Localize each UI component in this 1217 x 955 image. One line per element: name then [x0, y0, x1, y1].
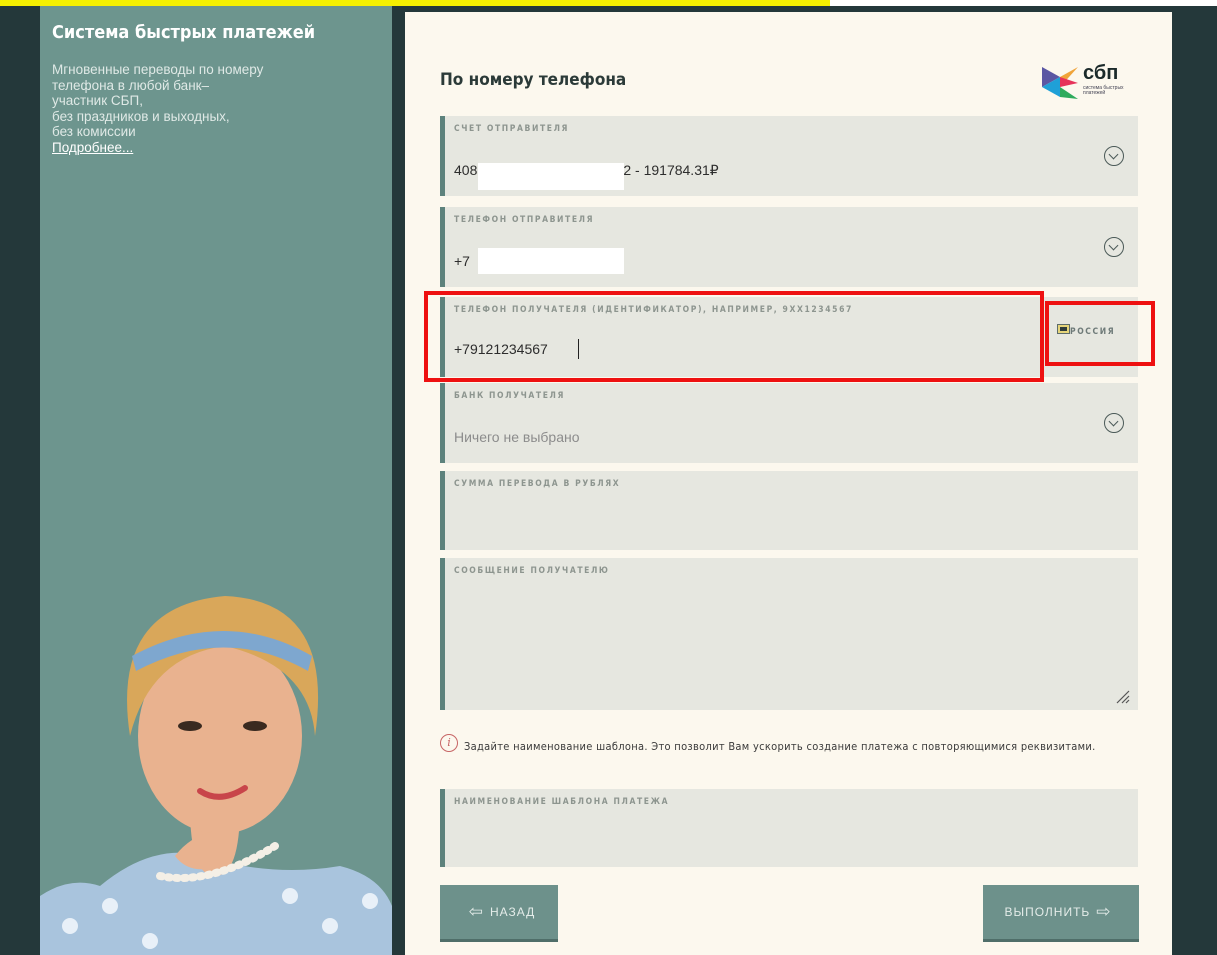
- amount-input[interactable]: СУММА ПЕРЕВОДА В РУБЛЯХ: [440, 471, 1138, 550]
- highlight-box-phone: [424, 291, 1044, 382]
- message-label: СООБЩЕНИЕ ПОЛУЧАТЕЛЮ: [454, 566, 610, 576]
- amount-label: СУММА ПЕРЕВОДА В РУБЛЯХ: [454, 479, 621, 489]
- sender-account-label: СЧЕТ ОТПРАВИТЕЛЯ: [454, 124, 570, 134]
- sender-phone-label: ТЕЛЕФОН ОТПРАВИТЕЛЯ: [454, 215, 595, 225]
- promo-illustration: [40, 596, 392, 955]
- sender-account-value-prefix: 408: [454, 162, 478, 178]
- sidebar-description-line: без праздников и выходных,: [52, 108, 230, 124]
- sender-phone-select[interactable]: ТЕЛЕФОН ОТПРАВИТЕЛЯ +7: [440, 207, 1138, 287]
- back-button[interactable]: ⇦ НАЗАД: [440, 885, 558, 942]
- highlight-box-country: [1045, 301, 1155, 366]
- chevron-down-icon[interactable]: [1104, 237, 1124, 257]
- form-title: По номеру телефона: [440, 70, 627, 90]
- sidebar-description-line: без комиссии: [52, 124, 136, 139]
- chevron-down-icon[interactable]: [1104, 413, 1124, 433]
- resize-handle-icon[interactable]: [1114, 688, 1130, 704]
- template-hint-text: Задайте наименование шаблона. Это позвол…: [464, 740, 1096, 753]
- more-info-link[interactable]: Подробнее...: [52, 140, 133, 156]
- info-icon: i: [440, 734, 458, 752]
- template-name-label: НАИМЕНОВАНИЕ ШАБЛОНА ПЛАТЕЖА: [454, 797, 670, 807]
- back-button-label: НАЗАД: [489, 905, 536, 919]
- sidebar-title: Система быстрых платежей: [52, 22, 316, 43]
- redacted-phone-number: [478, 248, 624, 274]
- sbp-logo-text: сбп: [1083, 62, 1119, 84]
- submit-button-label: ВЫПОЛНИТЬ: [1004, 905, 1091, 919]
- sidebar-description: Мгновенные переводы по номеру телефона в…: [52, 62, 352, 155]
- sender-phone-value: +7: [454, 253, 470, 269]
- arrow-right-icon: ⇨: [1096, 902, 1112, 921]
- recipient-bank-select[interactable]: БАНК ПОЛУЧАТЕЛЯ Ничего не выбрано: [440, 383, 1138, 463]
- arrow-left-icon: ⇦: [468, 902, 484, 921]
- redacted-account-number: [478, 163, 624, 190]
- message-textarea[interactable]: СООБЩЕНИЕ ПОЛУЧАТЕЛЮ: [440, 558, 1138, 710]
- submit-button[interactable]: ВЫПОЛНИТЬ ⇨: [983, 885, 1139, 942]
- sidebar-description-line: Мгновенные переводы по номеру: [52, 62, 264, 77]
- recipient-bank-label: БАНК ПОЛУЧАТЕЛЯ: [454, 391, 565, 401]
- sidebar-description-line: участник СБП,: [52, 93, 143, 108]
- sbp-logo-subtitle: система быстрых платежей: [1083, 85, 1124, 96]
- sender-account-value-suffix: 2 - 191784.31₽: [623, 162, 719, 178]
- chevron-down-icon[interactable]: [1104, 146, 1124, 166]
- recipient-bank-placeholder: Ничего не выбрано: [454, 429, 580, 445]
- sidebar-description-line: телефона в любой банк–: [52, 77, 210, 93]
- template-name-input[interactable]: НАИМЕНОВАНИЕ ШАБЛОНА ПЛАТЕЖА: [440, 789, 1138, 867]
